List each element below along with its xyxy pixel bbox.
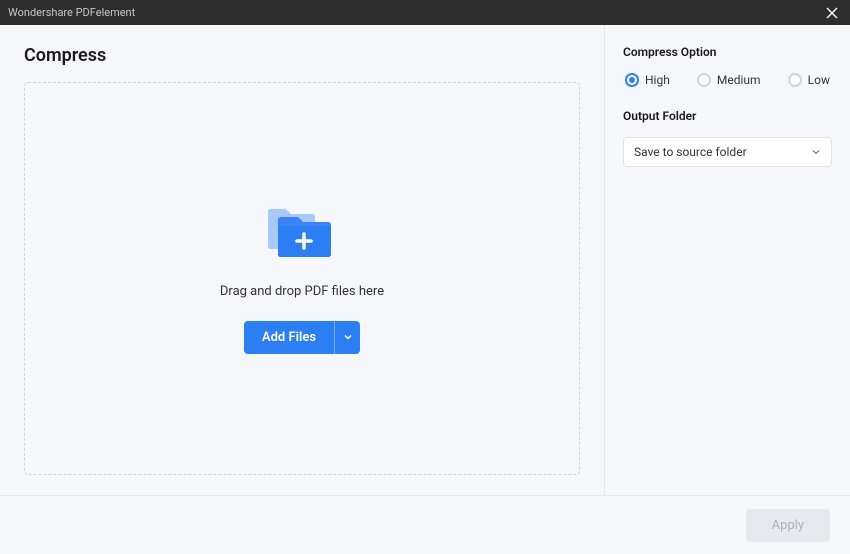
radio-label: High <box>645 73 670 87</box>
radio-option-low[interactable]: Low <box>788 73 830 87</box>
radio-label: Medium <box>717 73 761 87</box>
content-area: Compress Drag and drop PDF files here Ad… <box>0 25 850 495</box>
chevron-down-icon <box>343 332 353 342</box>
radio-option-medium[interactable]: Medium <box>697 73 761 87</box>
footer: Apply <box>0 495 850 554</box>
options-panel: Compress Option High Medium Low Output F… <box>605 25 850 495</box>
drop-hint-text: Drag and drop PDF files here <box>220 284 384 299</box>
titlebar: Wondershare PDFelement <box>0 0 850 25</box>
close-button[interactable] <box>822 3 842 23</box>
close-icon <box>826 7 838 19</box>
app-title: Wondershare PDFelement <box>8 6 135 19</box>
add-files-button[interactable]: Add Files <box>244 321 334 354</box>
output-folder-heading: Output Folder <box>623 109 832 123</box>
drop-zone[interactable]: Drag and drop PDF files here Add Files <box>24 82 580 475</box>
apply-button[interactable]: Apply <box>746 509 830 542</box>
radio-option-high[interactable]: High <box>625 73 670 87</box>
main-panel: Compress Drag and drop PDF files here Ad… <box>0 25 605 495</box>
chevron-down-icon <box>811 147 821 157</box>
compress-option-heading: Compress Option <box>623 45 832 59</box>
add-files-group: Add Files <box>244 321 360 354</box>
compress-option-radio-group: High Medium Low <box>623 73 832 87</box>
folder-add-icon <box>266 204 338 264</box>
radio-label: Low <box>808 73 830 87</box>
radio-icon <box>788 73 802 87</box>
page-title: Compress <box>24 45 580 66</box>
output-folder-select[interactable]: Save to source folder <box>623 137 832 167</box>
add-files-dropdown-button[interactable] <box>334 321 360 354</box>
radio-icon <box>625 73 639 87</box>
radio-icon <box>697 73 711 87</box>
output-folder-selected-value: Save to source folder <box>634 145 747 159</box>
